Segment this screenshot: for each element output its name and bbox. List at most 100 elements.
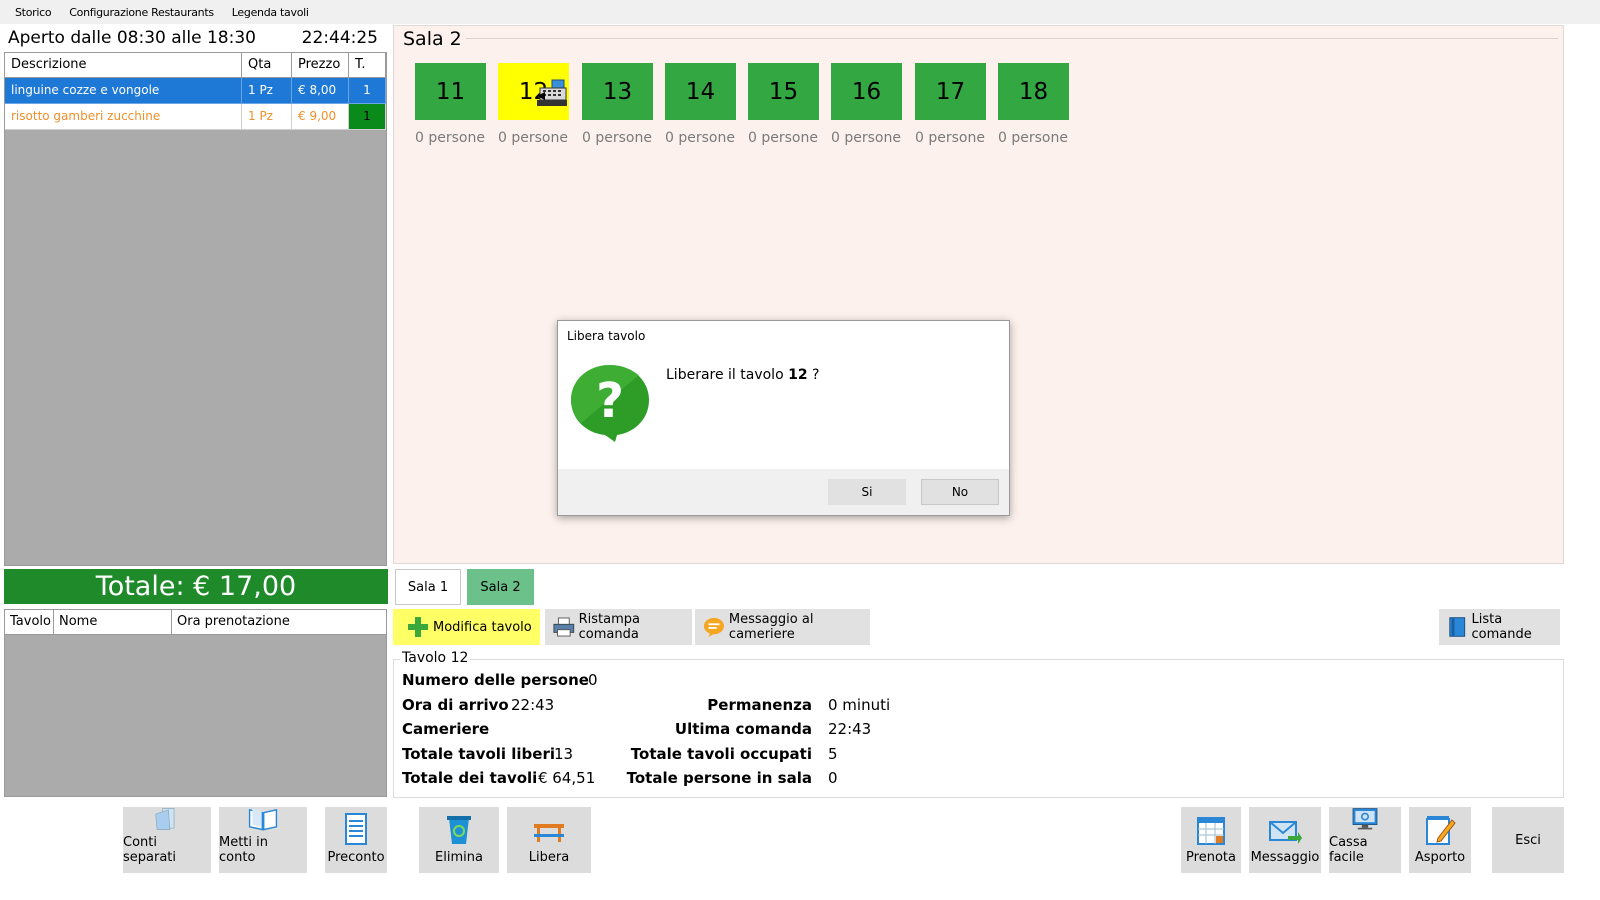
prenota-label: Prenota [1186,850,1236,865]
calendar-icon [1197,817,1225,845]
libera-button[interactable]: Libera [507,807,591,873]
notepad-pencil-icon [1426,816,1456,845]
order-row[interactable]: risotto gamberi zucchine 1 Pz € 9,00 1 [5,104,386,130]
ora-arrivo-label: Ora di arrivo [402,696,509,714]
col-descrizione[interactable]: Descrizione [5,53,242,77]
esci-label: Esci [1515,832,1541,848]
prenota-button[interactable]: Prenota [1181,807,1241,873]
tavoli-liberi-label: Totale tavoli liberi [402,745,555,763]
order-grid[interactable]: Descrizione Qta Prezzo T. linguine cozze… [4,52,387,566]
cameriere-label: Cameriere [402,720,490,738]
modifica-tavolo-button[interactable]: Modifica tavolo [393,609,540,645]
messaggio-cameriere-label: Messaggio al cameriere [728,612,814,642]
plus-icon [408,617,428,637]
table-info-title: Tavolo 12 [400,650,471,666]
ultima-comanda-value: 22:43 [828,720,872,738]
col-qta[interactable]: Qta [242,53,292,77]
tavoli-occupati-label: Totale tavoli occupati [630,745,812,763]
asporto-button[interactable]: Asporto [1409,807,1471,873]
table-persone: 0 persone [998,130,1068,146]
elimina-label: Elimina [435,850,483,865]
preconto-button[interactable]: Preconto [325,807,387,873]
dialog-message: Liberare il tavolo 12 ? [666,367,819,383]
ora-arrivo-value: 22:43 [511,696,555,714]
order-grid-header: Descrizione Qta Prezzo T. [5,53,386,78]
table-16[interactable]: 16 [831,63,902,120]
cassa-facile-button[interactable]: Cassa facile [1329,807,1401,873]
order-qta: 1 Pz [242,104,292,130]
col-prezzo[interactable]: Prezzo [292,53,349,77]
dialog-message-prefix: Liberare il tavolo [666,367,789,383]
totale-tavoli-label: Totale dei tavoli [402,769,538,787]
table-15[interactable]: 15 [748,63,819,120]
order-descrizione: risotto gamberi zucchine [5,104,242,130]
asporto-label: Asporto [1414,850,1466,865]
table-13[interactable]: 13 [582,63,653,120]
order-total: Totale: € 17,00 [4,569,388,604]
table-18[interactable]: 18 [998,63,1069,120]
cash-register-icon [537,79,567,106]
messaggio-cameriere-button[interactable]: Messaggio al cameriere [695,609,870,645]
menu-legenda[interactable]: Legenda tavoli [223,6,318,19]
opening-hours-bar: Aperto dalle 08:30 alle 18:30 22:44:25 [8,26,388,50]
permanenza-value: 0 minuti [828,696,891,714]
table-14[interactable]: 14 [665,63,736,120]
tavoli-liberi-value: 13 [554,745,574,763]
sala-title: Sala 2 [403,28,466,50]
messaggio-button[interactable]: Messaggio [1249,807,1321,873]
libera-tavolo-dialog: Libera tavolo ? Liberare il tavolo 12 ? … [557,320,1010,516]
opening-hours: Aperto dalle 08:30 alle 18:30 [8,28,256,48]
table-persone: 0 persone [665,130,735,146]
menu-configurazione[interactable]: Configurazione Restaurants [60,6,222,19]
col-nome[interactable]: Nome [54,610,172,634]
table-11[interactable]: 11 [415,63,486,120]
table-persone: 0 persone [915,130,985,146]
envelope-icon [1269,821,1302,844]
col-tavolo[interactable]: Tavolo [5,610,54,634]
metti-in-conto-button[interactable]: Metti in conto [219,807,307,873]
lista-comande-button[interactable]: Lista comande [1439,609,1560,645]
col-turno[interactable]: T. [349,53,386,77]
conti-separati-label: Conti separati [123,835,177,865]
sala-group-line [460,38,1558,39]
dialog-message-table: 12 [788,367,808,383]
speech-bubble-icon [703,617,725,638]
table-bench-icon [534,824,564,842]
conti-separati-button[interactable]: Conti separati [123,807,211,873]
yes-button[interactable]: Si [828,479,906,505]
order-descrizione: linguine cozze e vongole [5,78,242,104]
order-turno: 1 [349,104,386,130]
ristampa-comanda-label: Ristampa comanda [578,612,641,642]
recycle-bin-icon [447,816,471,844]
dialog-title: Libera tavolo [567,329,646,343]
esci-button[interactable]: Esci [1492,807,1564,873]
tab-sala-2[interactable]: Sala 2 [467,569,534,605]
order-row[interactable]: linguine cozze e vongole 1 Pz € 8,00 1 [5,78,386,104]
elimina-button[interactable]: Elimina [419,807,499,873]
modifica-tavolo-label: Modifica tavolo [433,619,532,635]
svg-text:?: ? [596,373,624,429]
reservations-header: Tavolo Nome Ora prenotazione [5,610,386,635]
tab-sala-1[interactable]: Sala 1 [395,569,461,605]
order-prezzo: € 9,00 [292,104,349,130]
menu-storico[interactable]: Storico [6,6,60,19]
lista-comande-label: Lista comande [1471,612,1532,642]
order-turno: 1 [349,78,386,104]
col-ora-prenotazione[interactable]: Ora prenotazione [172,610,386,634]
split-bill-icon [155,808,175,830]
preconto-label: Preconto [327,850,385,865]
table-17[interactable]: 17 [915,63,986,120]
persone-sala-value: 0 [828,769,838,787]
persone-sala-label: Totale persone in sala [626,769,812,787]
monitor-icon [1352,808,1378,830]
table-persone: 0 persone [831,130,901,146]
no-button[interactable]: No [921,479,999,505]
ristampa-comanda-button[interactable]: Ristampa comanda [545,609,692,645]
menu-bar: Storico Configurazione Restaurants Legen… [0,0,1600,24]
ultima-comanda-label: Ultima comanda [674,720,812,738]
libera-label: Libera [528,850,570,865]
order-qta: 1 Pz [242,78,292,104]
cassa-facile-label: Cassa facile [1329,835,1368,865]
numero-persone-value: 0 [588,671,598,689]
reservations-grid[interactable]: Tavolo Nome Ora prenotazione [4,609,387,797]
